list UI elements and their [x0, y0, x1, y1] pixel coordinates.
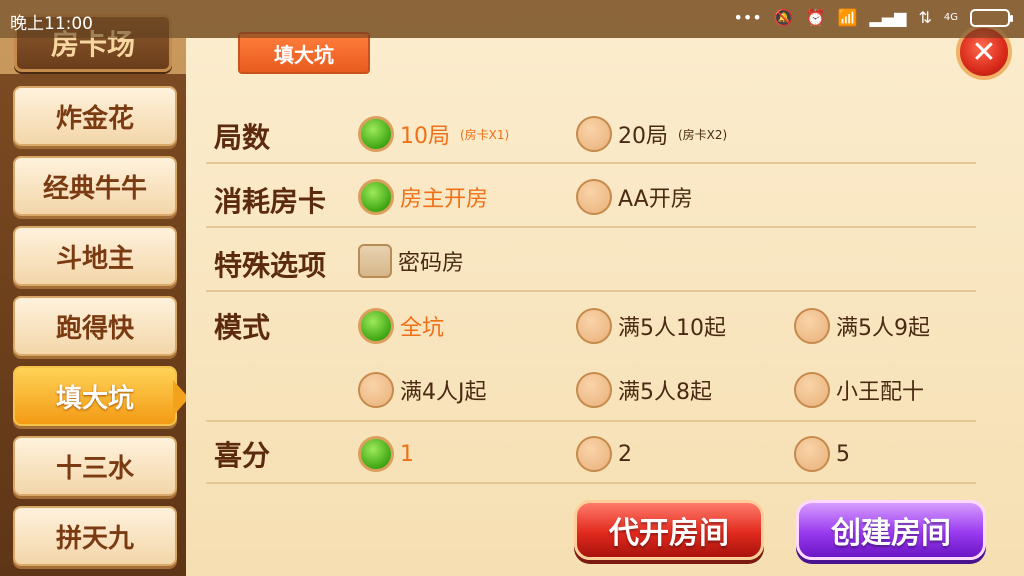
- option-sublabel: (房卡X1): [460, 127, 510, 142]
- cost-option-aa[interactable]: AA开房: [576, 179, 693, 215]
- signal-4g-icon: 4G: [943, 11, 958, 23]
- sidebar-item-tiandakeng[interactable]: 填大坑: [13, 366, 189, 426]
- special-label: 特殊选项: [214, 249, 327, 282]
- special-option-password[interactable]: 密码房: [358, 244, 464, 278]
- battery-icon: [970, 8, 1013, 27]
- radio-icon: [794, 372, 830, 408]
- mode-option-5p9[interactable]: 满5人9起: [794, 308, 930, 344]
- radio-icon: [358, 372, 394, 408]
- cost-label: 消耗房卡: [214, 185, 327, 218]
- option-sublabel: (房卡X2): [678, 127, 728, 142]
- cost-option-host[interactable]: 房主开房: [358, 179, 488, 215]
- option-label: 满5人9起: [836, 316, 930, 341]
- sidebar-item-paodekuai[interactable]: 跑得快: [13, 296, 177, 356]
- divider: [206, 226, 976, 228]
- option-label: 密码房: [398, 251, 465, 276]
- alarm-icon: ⏰: [805, 8, 826, 27]
- sidebar-item-pintianjiu[interactable]: 拼天九: [13, 506, 177, 566]
- radio-selected-icon: [358, 436, 394, 472]
- option-label: 1: [400, 441, 414, 467]
- option-label: 5: [836, 441, 850, 467]
- divider: [206, 482, 976, 484]
- divider: [206, 290, 976, 292]
- settings-panel: 填大坑 ✕ 局数 10局 (房卡X1) 20局 (房卡X2) 消耗房卡 房主开房…: [186, 24, 1024, 576]
- radio-icon: [576, 436, 612, 472]
- radio-icon: [576, 372, 612, 408]
- mode-option-xiaowang[interactable]: 小王配十: [794, 372, 924, 408]
- option-label: 10局: [400, 124, 450, 149]
- rounds-label: 局数: [214, 121, 271, 154]
- network-label: 4G: [943, 11, 958, 23]
- checkbox-icon: [358, 244, 392, 278]
- divider: [206, 420, 976, 422]
- wifi-icon: 📶: [837, 8, 858, 27]
- mode-option-5p10[interactable]: 满5人10起: [576, 308, 726, 344]
- option-label: 全坑: [400, 316, 445, 341]
- xifen-option-2[interactable]: 2: [576, 436, 632, 472]
- data-icon: ⇅: [918, 8, 932, 27]
- sidebar-item-jingdian-niuniu[interactable]: 经典牛牛: [13, 156, 177, 216]
- radio-selected-icon: [358, 179, 394, 215]
- status-bar: 晚上11:00 ••• 🔕 ⏰ 📶 ▂▄▆ ⇅ 4G: [0, 0, 1024, 38]
- radio-icon: [576, 116, 612, 152]
- option-label: AA开房: [618, 187, 693, 212]
- sidebar-item-zhajinhua[interactable]: 炸金花: [13, 86, 177, 146]
- radio-icon: [576, 179, 612, 215]
- more-icon: •••: [733, 8, 762, 27]
- radio-selected-icon: [358, 116, 394, 152]
- proxy-open-room-button[interactable]: 代开房间: [574, 500, 764, 560]
- divider: [206, 162, 976, 164]
- xifen-option-5[interactable]: 5: [794, 436, 850, 472]
- mode-option-5p8[interactable]: 满5人8起: [576, 372, 712, 408]
- option-label: 小王配十: [836, 380, 925, 405]
- radio-selected-icon: [358, 308, 394, 344]
- option-label: 满5人10起: [618, 316, 726, 341]
- radio-icon: [576, 308, 612, 344]
- option-label: 20局: [618, 124, 668, 149]
- xifen-label: 喜分: [214, 439, 271, 472]
- option-label: 满5人8起: [618, 380, 712, 405]
- xifen-option-1[interactable]: 1: [358, 436, 414, 472]
- status-icons: ••• 🔕 ⏰ 📶 ▂▄▆ ⇅ 4G: [733, 8, 1013, 27]
- tab-tiandakeng[interactable]: 填大坑: [238, 32, 370, 74]
- mode-label: 模式: [214, 311, 271, 344]
- mute-icon: 🔕: [773, 8, 794, 27]
- option-label: 满4人J起: [400, 380, 487, 405]
- option-label: 房主开房: [400, 187, 489, 212]
- close-icon: ✕: [971, 34, 997, 70]
- mode-option-4pj[interactable]: 满4人J起: [358, 372, 487, 408]
- signal-icon: ▂▄▆: [869, 8, 907, 27]
- status-time: 晚上11:00: [10, 14, 93, 34]
- sidebar: 炸金花 经典牛牛 斗地主 跑得快 填大坑 十三水 拼天九: [0, 74, 189, 576]
- sidebar-item-label: 填大坑: [55, 383, 134, 414]
- create-room-button[interactable]: 创建房间: [796, 500, 986, 560]
- sidebar-item-shisanshui[interactable]: 十三水: [13, 436, 177, 496]
- sidebar-item-doudizhu[interactable]: 斗地主: [13, 226, 177, 286]
- rounds-option-20[interactable]: 20局 (房卡X2): [576, 116, 727, 152]
- radio-icon: [794, 436, 830, 472]
- mode-option-quankeng[interactable]: 全坑: [358, 308, 444, 344]
- rounds-option-10[interactable]: 10局 (房卡X1): [358, 116, 509, 152]
- option-label: 2: [618, 441, 632, 467]
- radio-icon: [794, 308, 830, 344]
